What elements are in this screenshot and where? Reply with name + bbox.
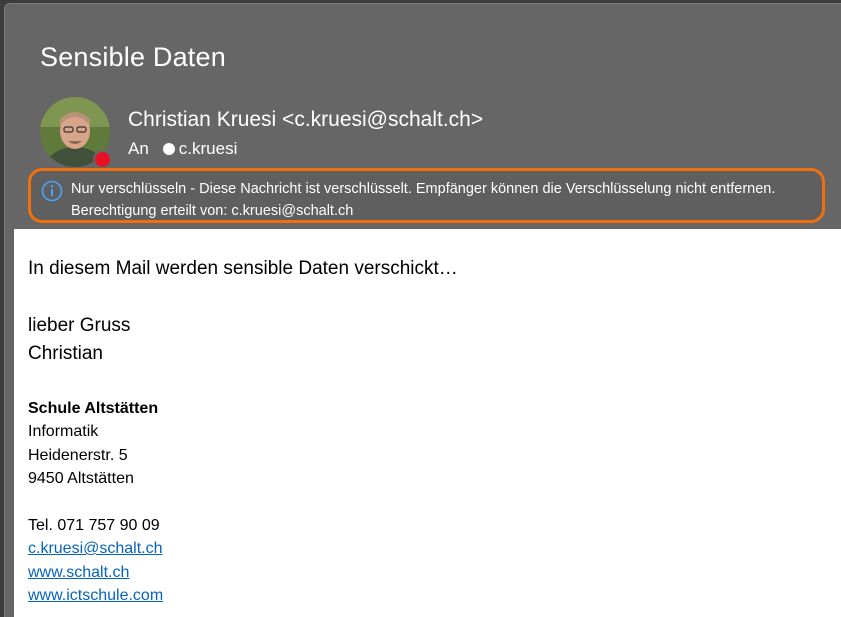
- recipient-row: An c.kruesi: [128, 139, 237, 159]
- signature-email-link[interactable]: c.kruesi@schalt.ch: [28, 540, 163, 558]
- body-intro: In diesem Mail werden sensible Daten ver…: [28, 258, 458, 279]
- permission-granted-by: Berechtigung erteilt von: c.kruesi@schal…: [71, 203, 354, 219]
- sender-name[interactable]: Christian Kruesi <c.kruesi@schalt.ch>: [128, 108, 483, 132]
- message-subject: Sensible Daten: [40, 42, 226, 72]
- signature-org: Schule Altstätten: [28, 400, 159, 417]
- signature-phone: Tel. 071 757 90 09: [28, 517, 160, 534]
- message-body: In diesem Mail werden sensible Daten ver…: [14, 229, 841, 617]
- body-greeting: lieber Gruss: [28, 315, 131, 336]
- to-label: An: [128, 139, 149, 158]
- signature-city: 9450 Altstätten: [28, 470, 134, 487]
- body-name: Christian: [28, 343, 103, 364]
- recipient-status-icon: [162, 143, 175, 155]
- message-reading-pane: Sensible Daten Christian Kruesi <c.krues…: [4, 3, 841, 617]
- encryption-message: Nur verschlüsseln - Diese Nachricht ist …: [71, 181, 776, 197]
- recipient-name[interactable]: c.kruesi: [179, 139, 238, 159]
- encryption-info-banner: Nur verschlüsseln - Diese Nachricht ist …: [28, 168, 825, 223]
- signature-department: Informatik: [28, 423, 99, 440]
- info-icon: [41, 180, 63, 202]
- presence-status-icon: [93, 150, 112, 169]
- signature-website2-link[interactable]: www.ictschule.com: [28, 587, 163, 605]
- signature-website-link[interactable]: www.schalt.ch: [28, 564, 129, 582]
- signature-street: Heidenerstr. 5: [28, 447, 128, 464]
